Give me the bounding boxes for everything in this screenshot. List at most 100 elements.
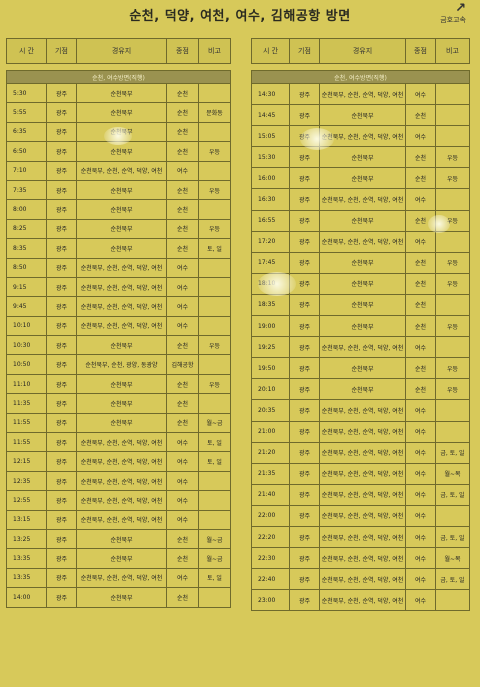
cell-origin: 광주 <box>46 354 77 375</box>
cell-origin: 광주 <box>289 525 320 549</box>
cell-time: 10:50 <box>6 354 47 375</box>
cell-origin: 광주 <box>46 335 77 356</box>
cell-note <box>198 160 231 181</box>
route-subheader-label: 순천, 여수방면(직행) <box>251 70 470 84</box>
cell-note: 우등 <box>435 251 470 274</box>
cell-via: 순천북부 <box>76 393 167 414</box>
cell-note <box>435 399 470 422</box>
table-row: 20:10 광주 순천북부 순천 우등 <box>251 378 470 401</box>
cell-time: 12:35 <box>6 470 47 492</box>
cell-time: 16:55 <box>251 209 290 232</box>
cell-time: 22:30 <box>251 547 290 570</box>
cell-via: 순천북부, 순천, 순역, 덕양, 여천 <box>319 547 406 570</box>
cell-note <box>435 230 470 253</box>
table-row: 13:35 광주 순천북부 순천 월~금 <box>6 548 231 569</box>
header-origin: 기점 <box>46 38 77 64</box>
cell-time: 19:50 <box>251 357 290 380</box>
cell-note: 우등 <box>435 167 470 190</box>
cell-origin: 광주 <box>289 547 320 570</box>
cell-destination: 순천 <box>166 548 199 569</box>
cell-note <box>198 315 231 337</box>
cell-note <box>198 199 231 220</box>
cell-note: 토, 일 <box>198 432 231 453</box>
cell-destination: 순천 <box>405 167 436 190</box>
table-row: 11:55 광주 순천북부 순천 월~금 <box>6 412 231 434</box>
cell-time: 17:45 <box>251 251 290 274</box>
table-row: 5:55 광주 순천북부 순천 문화동 <box>6 102 231 123</box>
cell-note: 우등 <box>435 357 470 380</box>
cell-destination: 여수 <box>405 525 436 549</box>
cell-note <box>198 393 231 414</box>
cell-note <box>198 470 231 492</box>
table-row: 11:55 광주 순천북부, 순천, 순역, 덕양, 여천 여수 토, 일 <box>6 432 231 453</box>
cell-note <box>198 490 231 511</box>
cell-origin: 광주 <box>289 188 320 211</box>
cell-via: 순천북부 <box>319 357 406 380</box>
cell-note <box>198 354 231 375</box>
cell-via: 순천북부, 순천, 순역, 덕양, 여천 <box>76 509 167 530</box>
cell-via: 순천북부, 순천, 순역, 덕양, 여천 <box>319 82 406 106</box>
table-row: 15:05광주순천북부, 순천, 순역, 덕양, 여천여수 <box>251 125 470 148</box>
cell-origin: 광주 <box>46 567 77 589</box>
table-row: 14:30 광주 순천북부, 순천, 순역, 덕양, 여천 여수 <box>251 82 470 106</box>
header-origin: 기점 <box>289 38 320 64</box>
cell-via: 순천북부 <box>76 199 167 220</box>
cell-origin: 광주 <box>289 462 320 485</box>
cell-via: 순천북부, 순천, 순역, 덕양, 여천 <box>319 188 406 211</box>
cell-time: 12:15 <box>6 451 47 472</box>
cell-time: 22:40 <box>251 568 290 591</box>
cell-origin: 광주 <box>46 238 77 259</box>
cell-origin: 광주 <box>289 209 320 232</box>
logo-text: 금호고속 <box>440 16 466 24</box>
cell-via: 순천북부, 순천, 순역, 덕양, 여천 <box>76 490 167 511</box>
cell-destination: 순천 <box>166 373 199 395</box>
cell-time: 8:25 <box>6 218 47 240</box>
cell-note: 월~금 <box>198 548 231 569</box>
light-glare <box>300 128 334 150</box>
cell-via: 순천북부, 순천, 순역, 덕양, 여천 <box>76 315 167 337</box>
cell-origin: 광주 <box>289 399 320 422</box>
cell-origin: 광주 <box>46 121 77 143</box>
cell-origin: 광주 <box>46 218 77 240</box>
cell-origin: 광주 <box>46 160 77 181</box>
table-row: 18:35 광주 순천북부 순천 <box>251 293 470 317</box>
cell-destination: 순천 <box>166 587 199 608</box>
cell-time: 16:00 <box>251 167 290 190</box>
table-row: 12:55 광주 순천북부, 순천, 순역, 덕양, 여천 여수 <box>6 490 231 511</box>
cell-origin: 광주 <box>289 336 320 359</box>
cell-time: 23:00 <box>251 589 290 612</box>
table-row: 12:15 광주 순천북부, 순천, 순역, 덕양, 여천 여수 토, 일 <box>6 451 231 472</box>
cell-time: 20:35 <box>251 399 290 422</box>
cell-destination: 순천 <box>166 528 199 550</box>
cell-destination: 순천 <box>405 251 436 274</box>
cell-via: 순천북부, 순천, 순역, 덕양, 여천 <box>76 160 167 181</box>
cell-origin: 광주 <box>289 293 320 317</box>
cell-destination: 김해공항 <box>166 354 199 375</box>
cell-via: 순천북부, 순천, 순역, 덕양, 여천 <box>319 336 406 359</box>
cell-origin: 광주 <box>46 432 77 453</box>
cell-time: 5:30 <box>6 82 47 104</box>
cell-origin: 광주 <box>46 373 77 395</box>
cell-note <box>435 104 470 127</box>
cell-via: 순천북부 <box>76 373 167 395</box>
cell-origin: 광주 <box>46 393 77 414</box>
cell-via: 순천북부 <box>319 167 406 190</box>
cell-note: 우등 <box>198 141 231 162</box>
cell-via: 순천북부 <box>319 272 406 295</box>
cell-destination: 순천 <box>166 335 199 356</box>
table-row: 13:15 광주 순천북부, 순천, 순역, 덕양, 여천 여수 <box>6 509 231 530</box>
table-row: 21:00 광주 순천북부, 순천, 순역, 덕양, 여천 여수 <box>251 420 470 443</box>
cell-note: 금, 토, 일 <box>435 525 470 549</box>
cell-note <box>435 293 470 317</box>
cell-time: 19:25 <box>251 336 290 359</box>
cell-via: 순천북부 <box>76 335 167 356</box>
timetable-left: 시 간 기점 경유지 종점 비고 순천, 여수방면(직행) 5:30 광주 순천북부… <box>6 38 231 608</box>
cell-note: 토, 일 <box>198 238 231 259</box>
cell-via: 순천북부, 순천, 순역, 덕양, 여천 <box>319 230 406 253</box>
table-row: 8:35 광주 순천북부 순천 토, 일 <box>6 238 231 259</box>
cell-note: 금, 토, 일 <box>435 483 470 506</box>
header-via: 경유지 <box>76 38 167 64</box>
cell-note <box>435 589 470 612</box>
cell-origin: 광주 <box>46 509 77 530</box>
cell-origin: 광주 <box>289 104 320 127</box>
